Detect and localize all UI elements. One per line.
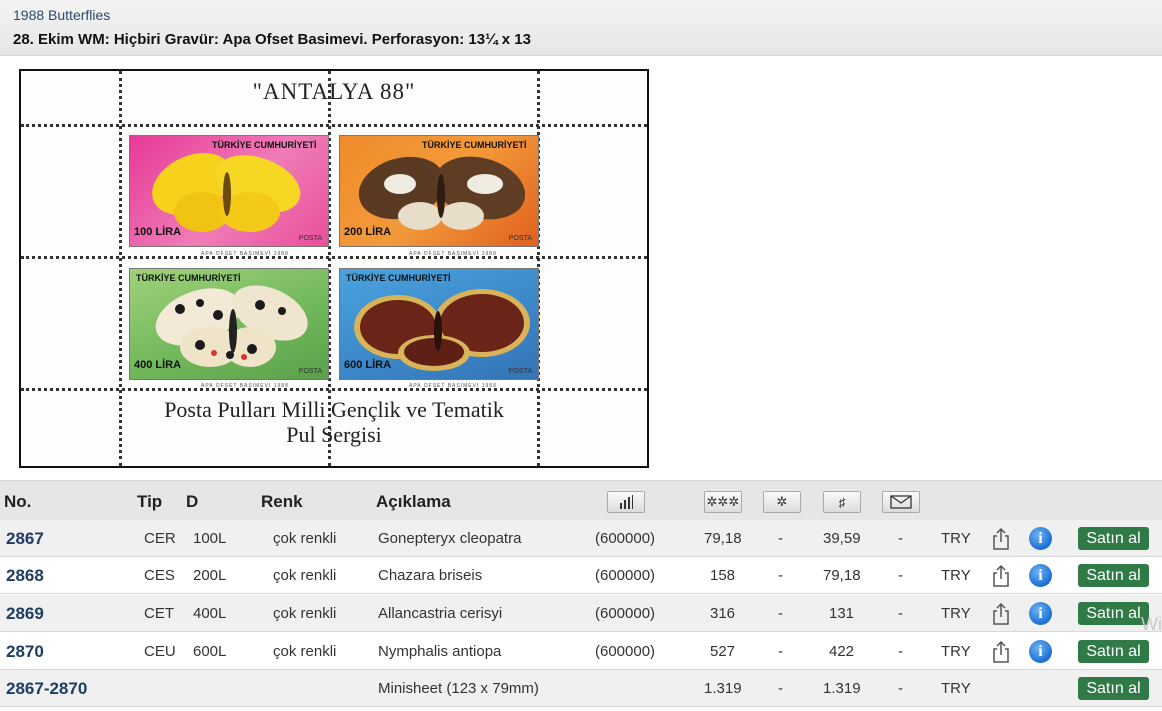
stamp-number[interactable]: 2867: [6, 529, 44, 549]
price-used: 39,59: [823, 530, 861, 547]
page-header: 1988 Butterflies 28. Ekim WM: Hiçbiri Gr…: [0, 0, 1162, 56]
currency: TRY: [941, 643, 971, 660]
table-row: 2870 CEU 600L çok renkli Nymphalis antio…: [0, 633, 1162, 670]
col-header-renk: Renk: [261, 492, 303, 511]
price-used: 131: [829, 605, 855, 622]
stamp-type: CES: [144, 567, 175, 584]
stamp-imprint: APA OFSET BASIMEVİ 1988: [409, 251, 497, 257]
info-icon[interactable]: i: [1029, 640, 1052, 663]
stamp-description: Nymphalis antiopa: [378, 643, 502, 660]
perforation-line: [21, 256, 647, 259]
price-mh: -: [778, 567, 783, 584]
price-cover: -: [898, 680, 903, 697]
price-cover: -: [898, 567, 903, 584]
table-row: 2869 CET 400L çok renkli Allancastria ce…: [0, 595, 1162, 632]
table-header: No. Tip D Renk Açıklama ✲✲✲ ✲ ♯: [0, 480, 1162, 520]
share-icon[interactable]: [991, 602, 1011, 626]
col-header-tip: Tip: [137, 492, 163, 511]
stamp-type: CET: [144, 605, 174, 622]
share-icon[interactable]: [991, 564, 1011, 588]
buy-button[interactable]: Satın al: [1078, 640, 1149, 663]
price-mnh: 1.319: [704, 680, 742, 697]
price-mh: -: [778, 530, 783, 547]
price-used: 422: [829, 643, 855, 660]
issue-title: 28. Ekim WM: Hiçbiri Gravür: Apa Ofset B…: [13, 31, 531, 48]
table-row: 2868 CES 200L çok renkli Chazara briseis…: [0, 557, 1162, 594]
stamp-number[interactable]: 2868: [6, 566, 44, 586]
stamp-number-range[interactable]: 2867-2870: [6, 679, 87, 699]
price-cover: -: [898, 643, 903, 660]
perforation-line: [21, 124, 647, 127]
minisheet-image[interactable]: "ANTALYA 88" TÜRKİYE CUMHURİYETİ 100 LİR…: [19, 69, 649, 468]
buy-button[interactable]: Satın al: [1078, 602, 1149, 625]
col-header-aciklama: Açıklama: [376, 492, 451, 511]
print-quantity: (600000): [595, 530, 656, 547]
stamp-number[interactable]: 2869: [6, 604, 44, 624]
used-icon: ♯: [823, 491, 861, 513]
price-cover: -: [898, 605, 903, 622]
currency: TRY: [941, 680, 971, 697]
info-icon[interactable]: i: [1029, 564, 1052, 587]
print-quantity: (600000): [595, 567, 656, 584]
cover-icon: [882, 491, 920, 513]
stamp-description: Gonepteryx cleopatra: [378, 530, 522, 547]
price-mnh: 316: [710, 605, 736, 622]
stamp-imprint: APA OFSET BASIMEVİ 1988: [409, 383, 497, 389]
mint-hinged-icon: ✲: [763, 491, 801, 513]
currency: TRY: [941, 530, 971, 547]
stamp-denomination: 400L: [193, 605, 227, 622]
buy-button[interactable]: Satın al: [1078, 564, 1149, 587]
currency: TRY: [941, 567, 971, 584]
stamp-color: çok renkli: [273, 567, 337, 584]
price-used: 79,18: [823, 567, 861, 584]
buy-button[interactable]: Satın al: [1078, 677, 1149, 700]
stamp-denomination: 100L: [193, 530, 227, 547]
price-mh: -: [778, 643, 783, 660]
price-mh: -: [778, 605, 783, 622]
stamp-number[interactable]: 2870: [6, 642, 44, 662]
stamp-color: çok renkli: [273, 530, 337, 547]
stamp-gonepteryx: TÜRKİYE CUMHURİYETİ 100 LİRA POSTA: [129, 135, 329, 247]
price-mnh: 158: [710, 567, 736, 584]
stamp-type: CEU: [144, 643, 176, 660]
stamp-description: Chazara briseis: [378, 567, 483, 584]
sheet-caption-bottom: Posta Pulları Milli Gençlik ve Tematik P…: [164, 397, 504, 447]
sheet-caption-top: "ANTALYA 88": [252, 79, 416, 104]
stamp-denomination: 600L: [193, 643, 227, 660]
quantity-chart-icon: [607, 491, 645, 513]
stamp-nymphalis: TÜRKİYE CUMHURİYETİ 600 LİRA POSTA: [339, 268, 539, 380]
stamp-denomination: 200L: [193, 567, 227, 584]
stamp-imprint: APA OFSET BASIMEVİ 1988: [201, 251, 289, 257]
print-quantity: (600000): [595, 605, 656, 622]
mint-never-hinged-icon: ✲✲✲: [704, 491, 742, 513]
stamp-imprint: APA OFSET BASIMEVİ 1988: [201, 383, 289, 389]
price-mnh: 79,18: [704, 530, 742, 547]
table-row-summary: 2867-2870 Minisheet (123 x 79mm) 1.319 -…: [0, 670, 1162, 707]
watermark-text: Wi: [1141, 614, 1162, 634]
price-mnh: 527: [710, 643, 736, 660]
share-icon[interactable]: [991, 640, 1011, 664]
col-header-d: D: [186, 492, 199, 511]
info-icon[interactable]: i: [1029, 602, 1052, 625]
stamp-type: CER: [144, 530, 176, 547]
price-mh: -: [778, 680, 783, 697]
stamp-color: çok renkli: [273, 643, 337, 660]
info-icon[interactable]: i: [1029, 527, 1052, 550]
perforation-line: [21, 388, 647, 391]
minisheet-description: Minisheet (123 x 79mm): [378, 680, 539, 697]
print-quantity: (600000): [595, 643, 656, 660]
table-row: 2867 CER 100L çok renkli Gonepteryx cleo…: [0, 520, 1162, 557]
stamp-description: Allancastria cerisyi: [378, 605, 503, 622]
stamp-color: çok renkli: [273, 605, 337, 622]
stamp-allancastria: TÜRKİYE CUMHURİYETİ 400 LİRA POSTA: [129, 268, 329, 380]
buy-button[interactable]: Satın al: [1078, 527, 1149, 550]
stamp-chazara: TÜRKİYE CUMHURİYETİ 200 LİRA POSTA: [339, 135, 539, 247]
currency: TRY: [941, 605, 971, 622]
breadcrumb[interactable]: 1988 Butterflies: [13, 7, 110, 23]
col-header-no: No.: [4, 492, 32, 511]
price-used: 1.319: [823, 680, 861, 697]
price-cover: -: [898, 530, 903, 547]
share-icon[interactable]: [991, 527, 1011, 551]
